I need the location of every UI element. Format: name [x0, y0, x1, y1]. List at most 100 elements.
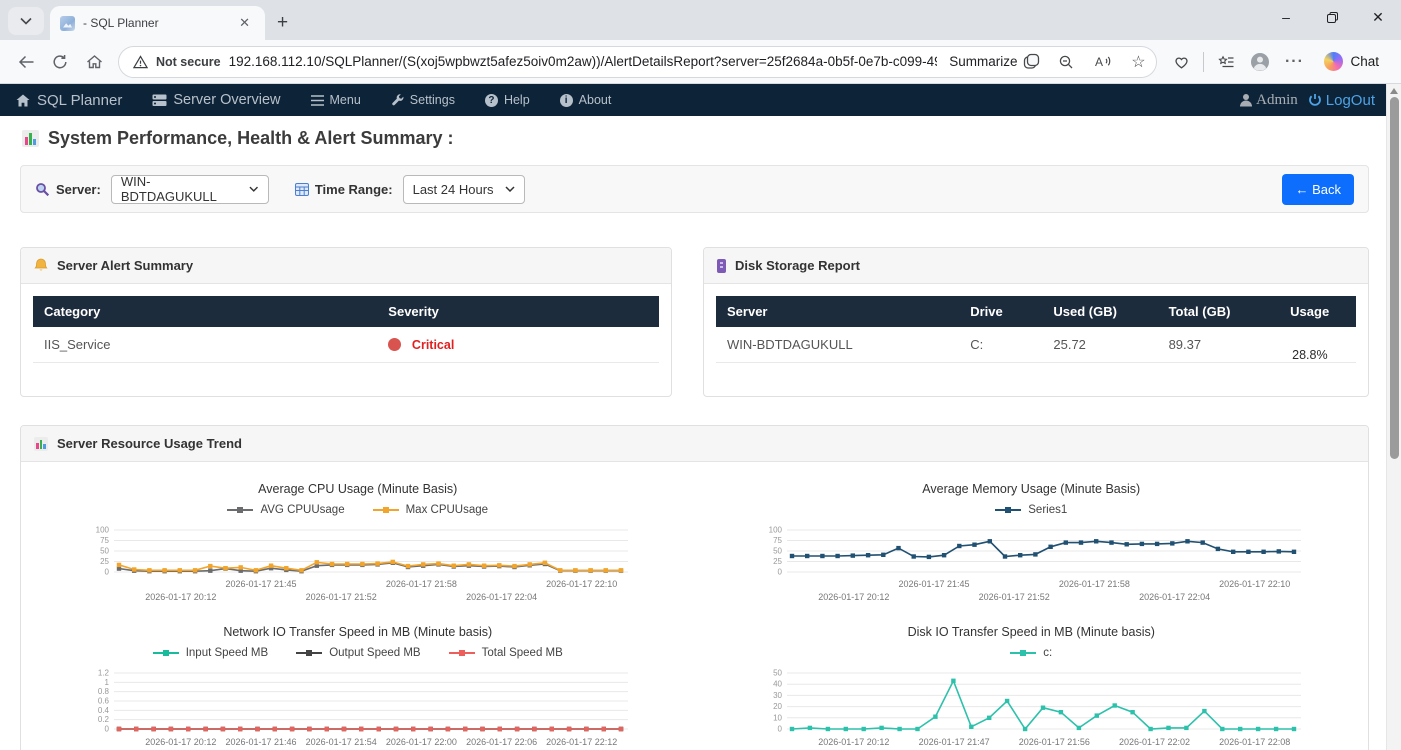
svg-text:2026-01-17 21:52: 2026-01-17 21:52 [305, 592, 376, 602]
page-scrollbar[interactable] [1386, 84, 1401, 750]
browser-essentials-button[interactable] [1165, 46, 1197, 78]
svg-text:2026-01-17 20:12: 2026-01-17 20:12 [145, 592, 216, 602]
user-icon [1239, 93, 1253, 107]
back-button-page[interactable]: ← Back [1282, 174, 1354, 205]
url-text[interactable]: 192.168.112.10/SQLPlanner/(S(xoj5wpbwzt5… [229, 54, 938, 69]
nav-item-menu[interactable]: Menu [311, 93, 361, 107]
zoom-out-button[interactable] [1052, 48, 1080, 76]
chat-button[interactable]: Chat [1312, 46, 1391, 78]
maximize-button[interactable] [1309, 0, 1355, 34]
help-icon: ? [485, 94, 498, 107]
minimize-button[interactable]: – [1263, 0, 1309, 34]
summarize-button[interactable]: Summarize [945, 53, 1044, 70]
logout-button[interactable]: LogOut [1308, 92, 1375, 109]
server-filter-label: Server: [35, 182, 101, 197]
chart-title: Average Memory Usage (Minute Basis) [922, 482, 1140, 496]
address-bar[interactable]: Not secure 192.168.112.10/SQLPlanner/(S(… [118, 46, 1157, 78]
calendar-icon [295, 182, 309, 196]
disk-icon [717, 259, 726, 273]
disk-panel-title: Disk Storage Report [735, 258, 860, 273]
svg-text:2026-01-17 22:12: 2026-01-17 22:12 [546, 737, 617, 747]
nav-item-about[interactable]: i About [560, 93, 612, 107]
legend-item: AVG CPUUsage [227, 504, 344, 516]
server-select[interactable]: WIN-BDTDAGUKULL [111, 175, 269, 204]
svg-text:0.6: 0.6 [98, 697, 110, 706]
svg-text:2026-01-17 22:10: 2026-01-17 22:10 [1219, 579, 1290, 589]
read-aloud-button[interactable]: A [1088, 48, 1116, 76]
chart-svg: 010203040502026-01-17 20:122026-01-17 21… [751, 667, 1311, 749]
svg-text:1.2: 1.2 [98, 669, 110, 678]
chat-label: Chat [1350, 54, 1379, 69]
refresh-button[interactable] [44, 46, 76, 78]
favorites-list-icon [1218, 54, 1235, 70]
table-row[interactable]: IIS_Service Critical [33, 327, 659, 363]
nav-item-server-overview[interactable]: Server Overview [152, 92, 280, 108]
avatar-icon [1250, 52, 1270, 72]
scrollbar-thumb[interactable] [1390, 97, 1399, 459]
admin-user-menu[interactable]: Admin [1239, 92, 1298, 109]
svg-text:0.4: 0.4 [98, 706, 110, 715]
svg-text:2026-01-17 22:02: 2026-01-17 22:02 [1119, 737, 1190, 747]
disk-col-used: Used (GB) [1042, 296, 1157, 327]
nav-brand[interactable]: SQL Planner [16, 92, 122, 109]
svg-text:30: 30 [773, 691, 782, 700]
favorites-bar-button[interactable] [1210, 46, 1242, 78]
svg-text:2026-01-17 22:08: 2026-01-17 22:08 [1219, 737, 1290, 747]
site-navbar: SQL Planner Server Overview Menu Setting… [0, 84, 1401, 116]
disk-col-drive: Drive [959, 296, 1042, 327]
nav-item-settings[interactable]: Settings [391, 93, 455, 107]
security-label[interactable]: Not secure [156, 55, 221, 69]
page-viewport: SQL Planner Server Overview Menu Setting… [0, 84, 1401, 750]
server-alert-summary-panel: Server Alert Summary Category Severity I… [20, 247, 672, 397]
filter-bar: Server: WIN-BDTDAGUKULL Time Range: Last… [20, 165, 1369, 213]
tab-search-button[interactable] [8, 7, 44, 35]
restore-icon [1327, 12, 1338, 23]
more-menu-button[interactable]: ··· [1278, 46, 1310, 78]
svg-text:2026-01-17 22:04: 2026-01-17 22:04 [1139, 592, 1210, 602]
chart-svg: 02550751002026-01-17 20:122026-01-17 21:… [751, 524, 1311, 606]
table-row[interactable]: WIN-BDTDAGUKULL C: 25.72 89.37 28.8% [716, 327, 1356, 363]
server-select-value: WIN-BDTDAGUKULL [121, 174, 240, 204]
chart-plot: 00.20.40.60.811.22026-01-17 20:122026-01… [78, 667, 638, 750]
home-button[interactable] [78, 46, 110, 78]
alert-col-category: Category [33, 296, 377, 327]
favorite-star-button[interactable]: ☆ [1124, 48, 1152, 76]
info-icon: i [560, 94, 573, 107]
svg-text:50: 50 [773, 547, 782, 556]
close-button[interactable]: ✕ [1355, 0, 1401, 34]
disk-io-chart: Disk IO Transfer Speed in MB (Minute bas… [695, 611, 1369, 750]
svg-text:2026-01-17 22:10: 2026-01-17 22:10 [546, 579, 617, 589]
disk-col-server: Server [716, 296, 959, 327]
search-icon [35, 182, 50, 197]
svg-text:25: 25 [773, 557, 782, 566]
browser-tab[interactable]: - SQL Planner ✕ [50, 6, 265, 40]
alert-panel-header: Server Alert Summary [21, 248, 671, 284]
chart-plot: 02550751002026-01-17 20:122026-01-17 21:… [751, 524, 1311, 611]
nav-item-help[interactable]: ? Help [485, 93, 530, 107]
svg-text:0: 0 [778, 568, 783, 577]
svg-text:100: 100 [95, 526, 109, 535]
page-content: System Performance, Health & Alert Summa… [0, 128, 1401, 750]
nav-item-label: Menu [330, 93, 361, 107]
time-range-select[interactable]: Last 24 Hours [403, 175, 525, 204]
chevron-down-icon [249, 186, 258, 192]
profile-avatar[interactable] [1244, 46, 1276, 78]
window-controls: – ✕ [1263, 0, 1401, 34]
tab-close-icon[interactable]: ✕ [234, 13, 255, 33]
scrollbar-up-arrow-icon[interactable] [1390, 88, 1398, 94]
new-tab-button[interactable]: + [265, 12, 300, 40]
legend-item: Total Speed MB [449, 647, 563, 659]
trend-panel-title: Server Resource Usage Trend [57, 436, 242, 451]
legend-item: Output Speed MB [296, 647, 420, 659]
chart-legend: Series1 [995, 504, 1067, 516]
svg-text:2026-01-17 21:58: 2026-01-17 21:58 [386, 579, 457, 589]
browser-essentials-icon [1173, 54, 1190, 70]
alert-severity-cell: Critical [377, 327, 659, 363]
svg-text:2026-01-17 21:56: 2026-01-17 21:56 [1019, 737, 1090, 747]
nav-item-label: Settings [410, 93, 455, 107]
svg-text:0.8: 0.8 [98, 687, 110, 696]
chart-title: Average CPU Usage (Minute Basis) [258, 482, 457, 496]
read-aloud-icon: A [1094, 54, 1111, 69]
trend-panel-header: Server Resource Usage Trend [21, 426, 1368, 462]
back-button[interactable] [10, 46, 42, 78]
